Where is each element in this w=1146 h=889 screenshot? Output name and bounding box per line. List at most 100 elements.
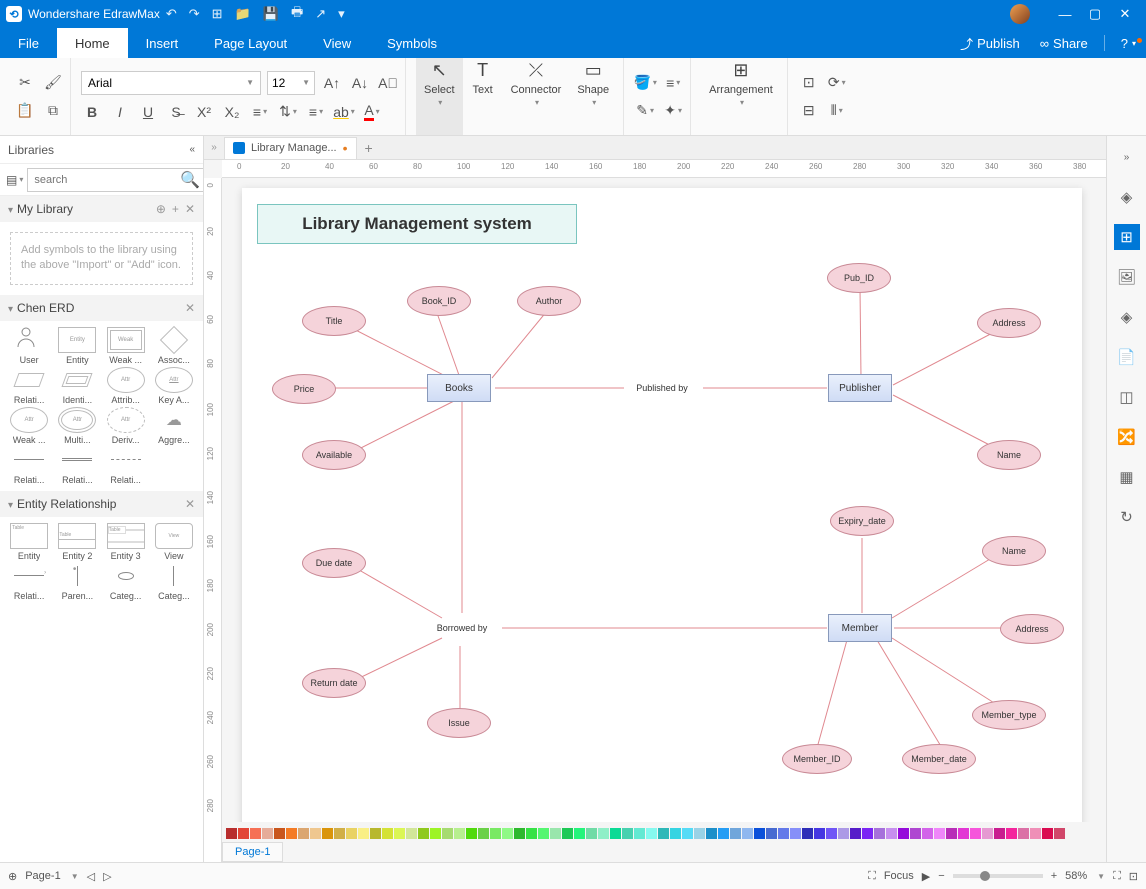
attr-pub-address[interactable]: Address [977, 308, 1041, 338]
library-menu-icon[interactable]: ▤▾ [6, 171, 23, 189]
shape-weak-entity[interactable]: WeakWeak ... [103, 327, 149, 365]
shape-er-entity[interactable]: TableEntity [6, 523, 52, 561]
clear-format-icon[interactable]: A⃠ [377, 72, 399, 94]
text-tool[interactable]: TText [463, 58, 503, 135]
diagram-title[interactable]: Library Management system [257, 204, 577, 244]
attr-expiry[interactable]: Expiry_date [830, 506, 894, 536]
menu-insert[interactable]: Insert [128, 28, 197, 58]
page-tab[interactable]: Page-1 [222, 842, 283, 862]
document-tab[interactable]: Library Manage...• [224, 137, 357, 159]
attr-returndate[interactable]: Return date [302, 668, 366, 698]
theme-icon[interactable]: ◈ [1114, 184, 1140, 210]
close-button[interactable]: ✕ [1110, 6, 1140, 22]
align-obj-icon[interactable]: ⫴▾ [826, 100, 848, 122]
shuffle-icon[interactable]: 🔀 [1114, 424, 1140, 450]
group-icon[interactable]: ⊡ [798, 72, 820, 94]
play-icon[interactable]: ▶ [922, 870, 930, 883]
paste-icon[interactable]: 📋 [14, 100, 36, 122]
shape-attribute[interactable]: AttrAttrib... [103, 367, 149, 405]
copy-icon[interactable]: ⧉ [42, 100, 64, 122]
attr-member-address[interactable]: Address [1000, 614, 1064, 644]
entity-publisher[interactable]: Publisher [828, 374, 892, 402]
user-avatar[interactable] [1010, 4, 1030, 24]
focus-mode-icon[interactable]: ⛶ [868, 870, 876, 883]
attr-price[interactable]: Price [272, 374, 336, 404]
bullets-icon[interactable]: ≡▾ [249, 101, 271, 123]
attr-pubid[interactable]: Pub_ID [827, 263, 891, 293]
object-icon[interactable]: ◫ [1114, 384, 1140, 410]
attr-title[interactable]: Title [302, 306, 366, 336]
decrease-font-icon[interactable]: A↓ [349, 72, 371, 94]
collapse-icon[interactable]: « [189, 144, 195, 155]
zoom-in-icon[interactable]: + [1051, 870, 1057, 882]
attr-bookid[interactable]: Book_ID [407, 286, 471, 316]
shape-aggregate[interactable]: ☁Aggre... [151, 407, 197, 445]
close-icon[interactable]: ✕ [185, 202, 195, 216]
help-button[interactable]: ?▾ [1111, 36, 1146, 51]
line-spacing-icon[interactable]: ⇅▾ [277, 101, 299, 123]
superscript-icon[interactable]: X² [193, 101, 215, 123]
font-select[interactable]: Arial▼ [81, 71, 261, 95]
bold-icon[interactable]: B [81, 101, 103, 123]
shape-relationship[interactable]: Relati... [6, 367, 52, 405]
shape-line2[interactable]: Relati... [54, 447, 100, 485]
import-icon[interactable]: ⊕ [156, 202, 166, 216]
undo-icon[interactable]: ↶ [166, 6, 177, 22]
increase-font-icon[interactable]: A↑ [321, 72, 343, 94]
section-er[interactable]: ▾Entity Relationship✕ [0, 491, 203, 517]
redo-icon[interactable]: ↷ [189, 6, 200, 22]
page[interactable]: Library Management system Books Price Ti… [242, 188, 1082, 822]
strike-icon[interactable]: S̶ [165, 101, 187, 123]
format-painter-icon[interactable]: 🖌 [42, 72, 64, 94]
zoom-out-icon[interactable]: − [938, 870, 944, 882]
shape-er-cat2[interactable]: Categ... [151, 563, 197, 601]
shape-derived[interactable]: AttrDeriv... [103, 407, 149, 445]
export-icon[interactable]: ↗ [315, 6, 326, 22]
new-icon[interactable]: ⊞ [212, 6, 223, 22]
present-icon[interactable]: ▦ [1114, 464, 1140, 490]
search-input[interactable] [34, 174, 176, 186]
attr-member-name[interactable]: Name [982, 536, 1046, 566]
attr-author[interactable]: Author [517, 286, 581, 316]
shape-er-entity3[interactable]: TableEntity 3 [103, 523, 149, 561]
attr-member-type[interactable]: Member_type [972, 700, 1046, 730]
menu-page-layout[interactable]: Page Layout [196, 28, 305, 58]
shape-er-entity2[interactable]: TableEntity 2 [54, 523, 100, 561]
entity-books[interactable]: Books [427, 374, 491, 402]
image-icon[interactable]: 🖼 [1114, 264, 1140, 290]
attr-pub-name[interactable]: Name [977, 440, 1041, 470]
shape-entity[interactable]: EntityEntity [54, 327, 100, 365]
font-size-select[interactable]: 12▼ [267, 71, 315, 95]
canvas[interactable]: Library Management system Books Price Ti… [222, 178, 1106, 822]
expand-icon[interactable]: » [204, 142, 224, 153]
next-page-icon[interactable]: ▷ [103, 870, 111, 883]
rotate-icon[interactable]: ⟳▾ [826, 72, 848, 94]
menu-file[interactable]: File [0, 28, 57, 58]
shape-er-view[interactable]: ViewView [151, 523, 197, 561]
print-icon[interactable]: 🖶 [291, 3, 303, 25]
attr-issue[interactable]: Issue [427, 708, 491, 738]
shape-weak-attr[interactable]: AttrWeak ... [6, 407, 52, 445]
italic-icon[interactable]: I [109, 101, 131, 123]
page-indicator[interactable]: Page-1 [25, 870, 60, 882]
shape-er-rel1[interactable]: ›Relati... [6, 563, 52, 601]
zoom-slider[interactable] [953, 874, 1043, 878]
fullscreen-icon[interactable]: ⊡ [1129, 870, 1138, 883]
close-icon[interactable]: ✕ [185, 301, 195, 315]
shape-key-attr[interactable]: AttrKey A... [151, 367, 197, 405]
attr-member-id[interactable]: Member_ID [782, 744, 852, 774]
shape-tool[interactable]: ▭Shape▾ [569, 58, 617, 135]
focus-label[interactable]: Focus [884, 870, 914, 882]
line-style-icon[interactable]: ≡▾ [662, 72, 684, 94]
menu-view[interactable]: View [305, 28, 369, 58]
close-icon[interactable]: ✕ [185, 497, 195, 511]
maximize-button[interactable]: ▢ [1080, 6, 1110, 22]
library-search[interactable]: 🔍 [27, 168, 204, 192]
fit-page-icon[interactable]: ⛶ [1113, 870, 1121, 883]
relation-published-by[interactable]: Published by [622, 371, 702, 405]
more-icon[interactable]: ▾ [338, 6, 345, 22]
attr-duedate[interactable]: Due date [302, 548, 366, 578]
publish-button[interactable]: ⤴Publish [950, 34, 1030, 53]
open-icon[interactable]: 📁 [235, 6, 251, 22]
entity-member[interactable]: Member [828, 614, 892, 642]
